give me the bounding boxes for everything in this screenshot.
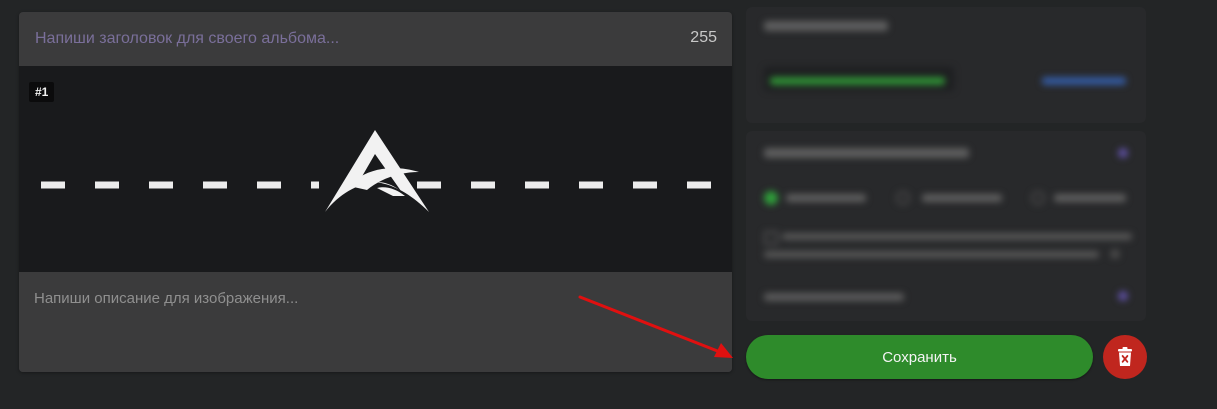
blurred-label bbox=[764, 293, 904, 301]
info-icon bbox=[1110, 249, 1120, 259]
settings-panel-bottom bbox=[746, 131, 1146, 321]
album-title-input[interactable] bbox=[19, 12, 659, 66]
blurred-link bbox=[1042, 77, 1126, 85]
blurred-heading bbox=[764, 21, 888, 31]
logo-mark-icon bbox=[325, 130, 429, 212]
blurred-label bbox=[786, 194, 866, 202]
info-icon bbox=[1118, 291, 1128, 301]
album-editor-card: 255 #1 bbox=[19, 12, 732, 372]
trash-icon bbox=[1118, 347, 1132, 366]
info-icon bbox=[1118, 148, 1128, 158]
image-description-input[interactable] bbox=[19, 272, 732, 372]
blurred-heading bbox=[764, 148, 969, 158]
char-counter: 255 bbox=[690, 29, 717, 46]
blurred-text-line bbox=[764, 251, 1099, 258]
blurred-label bbox=[1054, 194, 1126, 202]
save-button[interactable]: Сохранить bbox=[746, 335, 1093, 379]
blurred-text-line bbox=[782, 233, 1132, 240]
radio-option-3[interactable] bbox=[1031, 191, 1045, 205]
radio-option-1[interactable] bbox=[764, 191, 778, 205]
blurred-green-text bbox=[770, 77, 945, 85]
delete-button[interactable] bbox=[1103, 335, 1147, 379]
title-row: 255 bbox=[19, 12, 732, 66]
image-preview[interactable]: #1 bbox=[19, 66, 732, 272]
radio-option-2[interactable] bbox=[896, 191, 910, 205]
blurred-label bbox=[922, 194, 1002, 202]
image-number-badge: #1 bbox=[29, 82, 55, 102]
blurred-checkbox[interactable] bbox=[764, 231, 778, 245]
settings-panel-top bbox=[746, 7, 1146, 123]
